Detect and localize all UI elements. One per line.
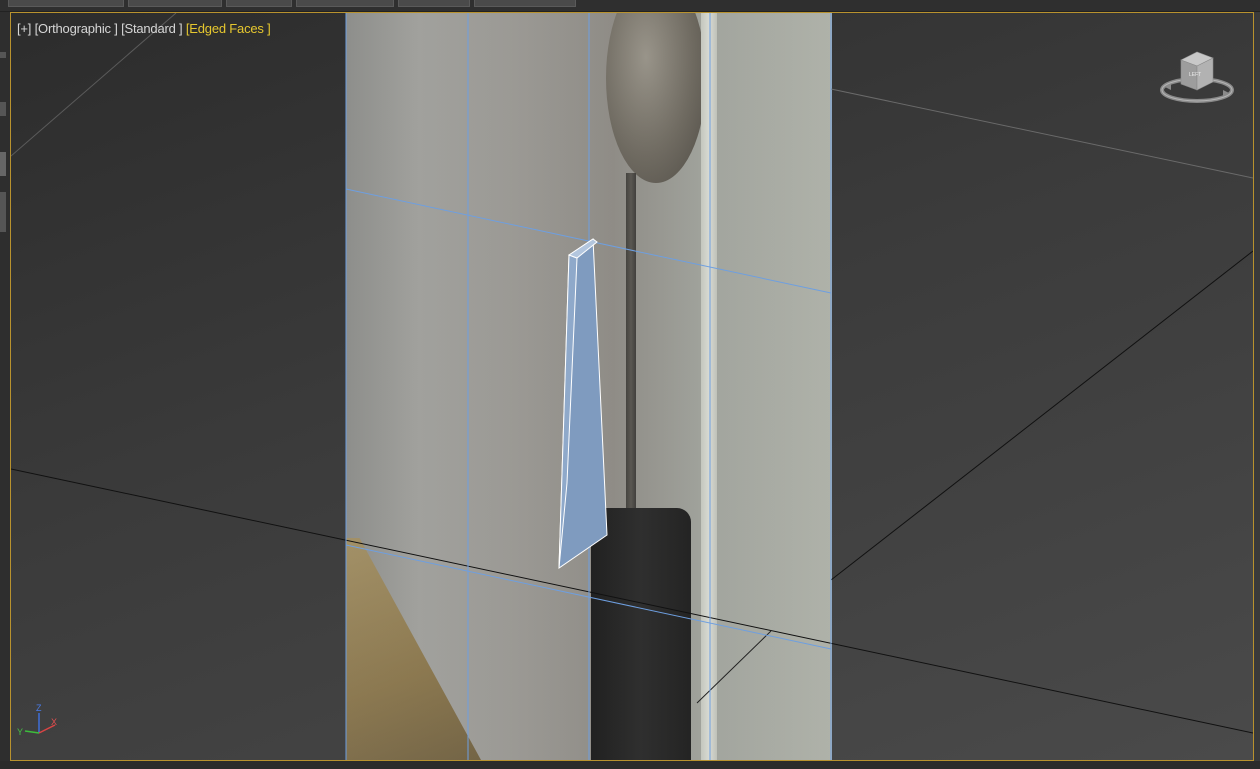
viewport-scene	[11, 13, 1253, 760]
left-side-panel	[0, 12, 10, 762]
left-panel-marker	[0, 102, 6, 116]
axis-z-label: Z	[36, 703, 42, 713]
toolbar-tab-4[interactable]	[296, 0, 394, 7]
viewport-plus-menu[interactable]: [+]	[17, 21, 31, 36]
toolbar-tab-5[interactable]	[398, 0, 470, 7]
wedge-object[interactable]	[558, 238, 608, 569]
perspective-viewport[interactable]: [+] [Orthographic ] [Standard ] [Edged F…	[10, 12, 1254, 761]
left-panel-marker	[0, 192, 6, 232]
viewcube-icon[interactable]: LEFT	[1159, 46, 1235, 108]
toolbar-tab-6[interactable]	[474, 0, 576, 7]
grid-line	[11, 468, 1253, 734]
viewport-label-menu: [+] [Orthographic ] [Standard ] [Edged F…	[17, 21, 271, 36]
axis-tripod-icon: Z X Y	[17, 703, 57, 737]
grid-line	[696, 630, 772, 704]
axis-y-label: Y	[17, 727, 23, 737]
toolbar-tab-3[interactable]	[226, 0, 292, 7]
toolbar-tab-1[interactable]	[8, 0, 124, 7]
left-panel-marker	[0, 52, 6, 58]
viewport-edged-faces-menu[interactable]: [Edged Faces ]	[186, 21, 271, 36]
toolbar-tab-2[interactable]	[128, 0, 222, 7]
grid-line	[830, 250, 1253, 581]
viewport-view-menu[interactable]: [Orthographic ]	[35, 21, 118, 36]
bottom-status-strip	[0, 761, 1260, 769]
viewport-shading-menu[interactable]: [Standard ]	[121, 21, 183, 36]
left-panel-marker	[0, 152, 6, 176]
viewcube-face-label: LEFT	[1189, 72, 1201, 78]
axis-x-label: X	[51, 717, 57, 727]
top-toolbar-strip	[0, 0, 1260, 12]
